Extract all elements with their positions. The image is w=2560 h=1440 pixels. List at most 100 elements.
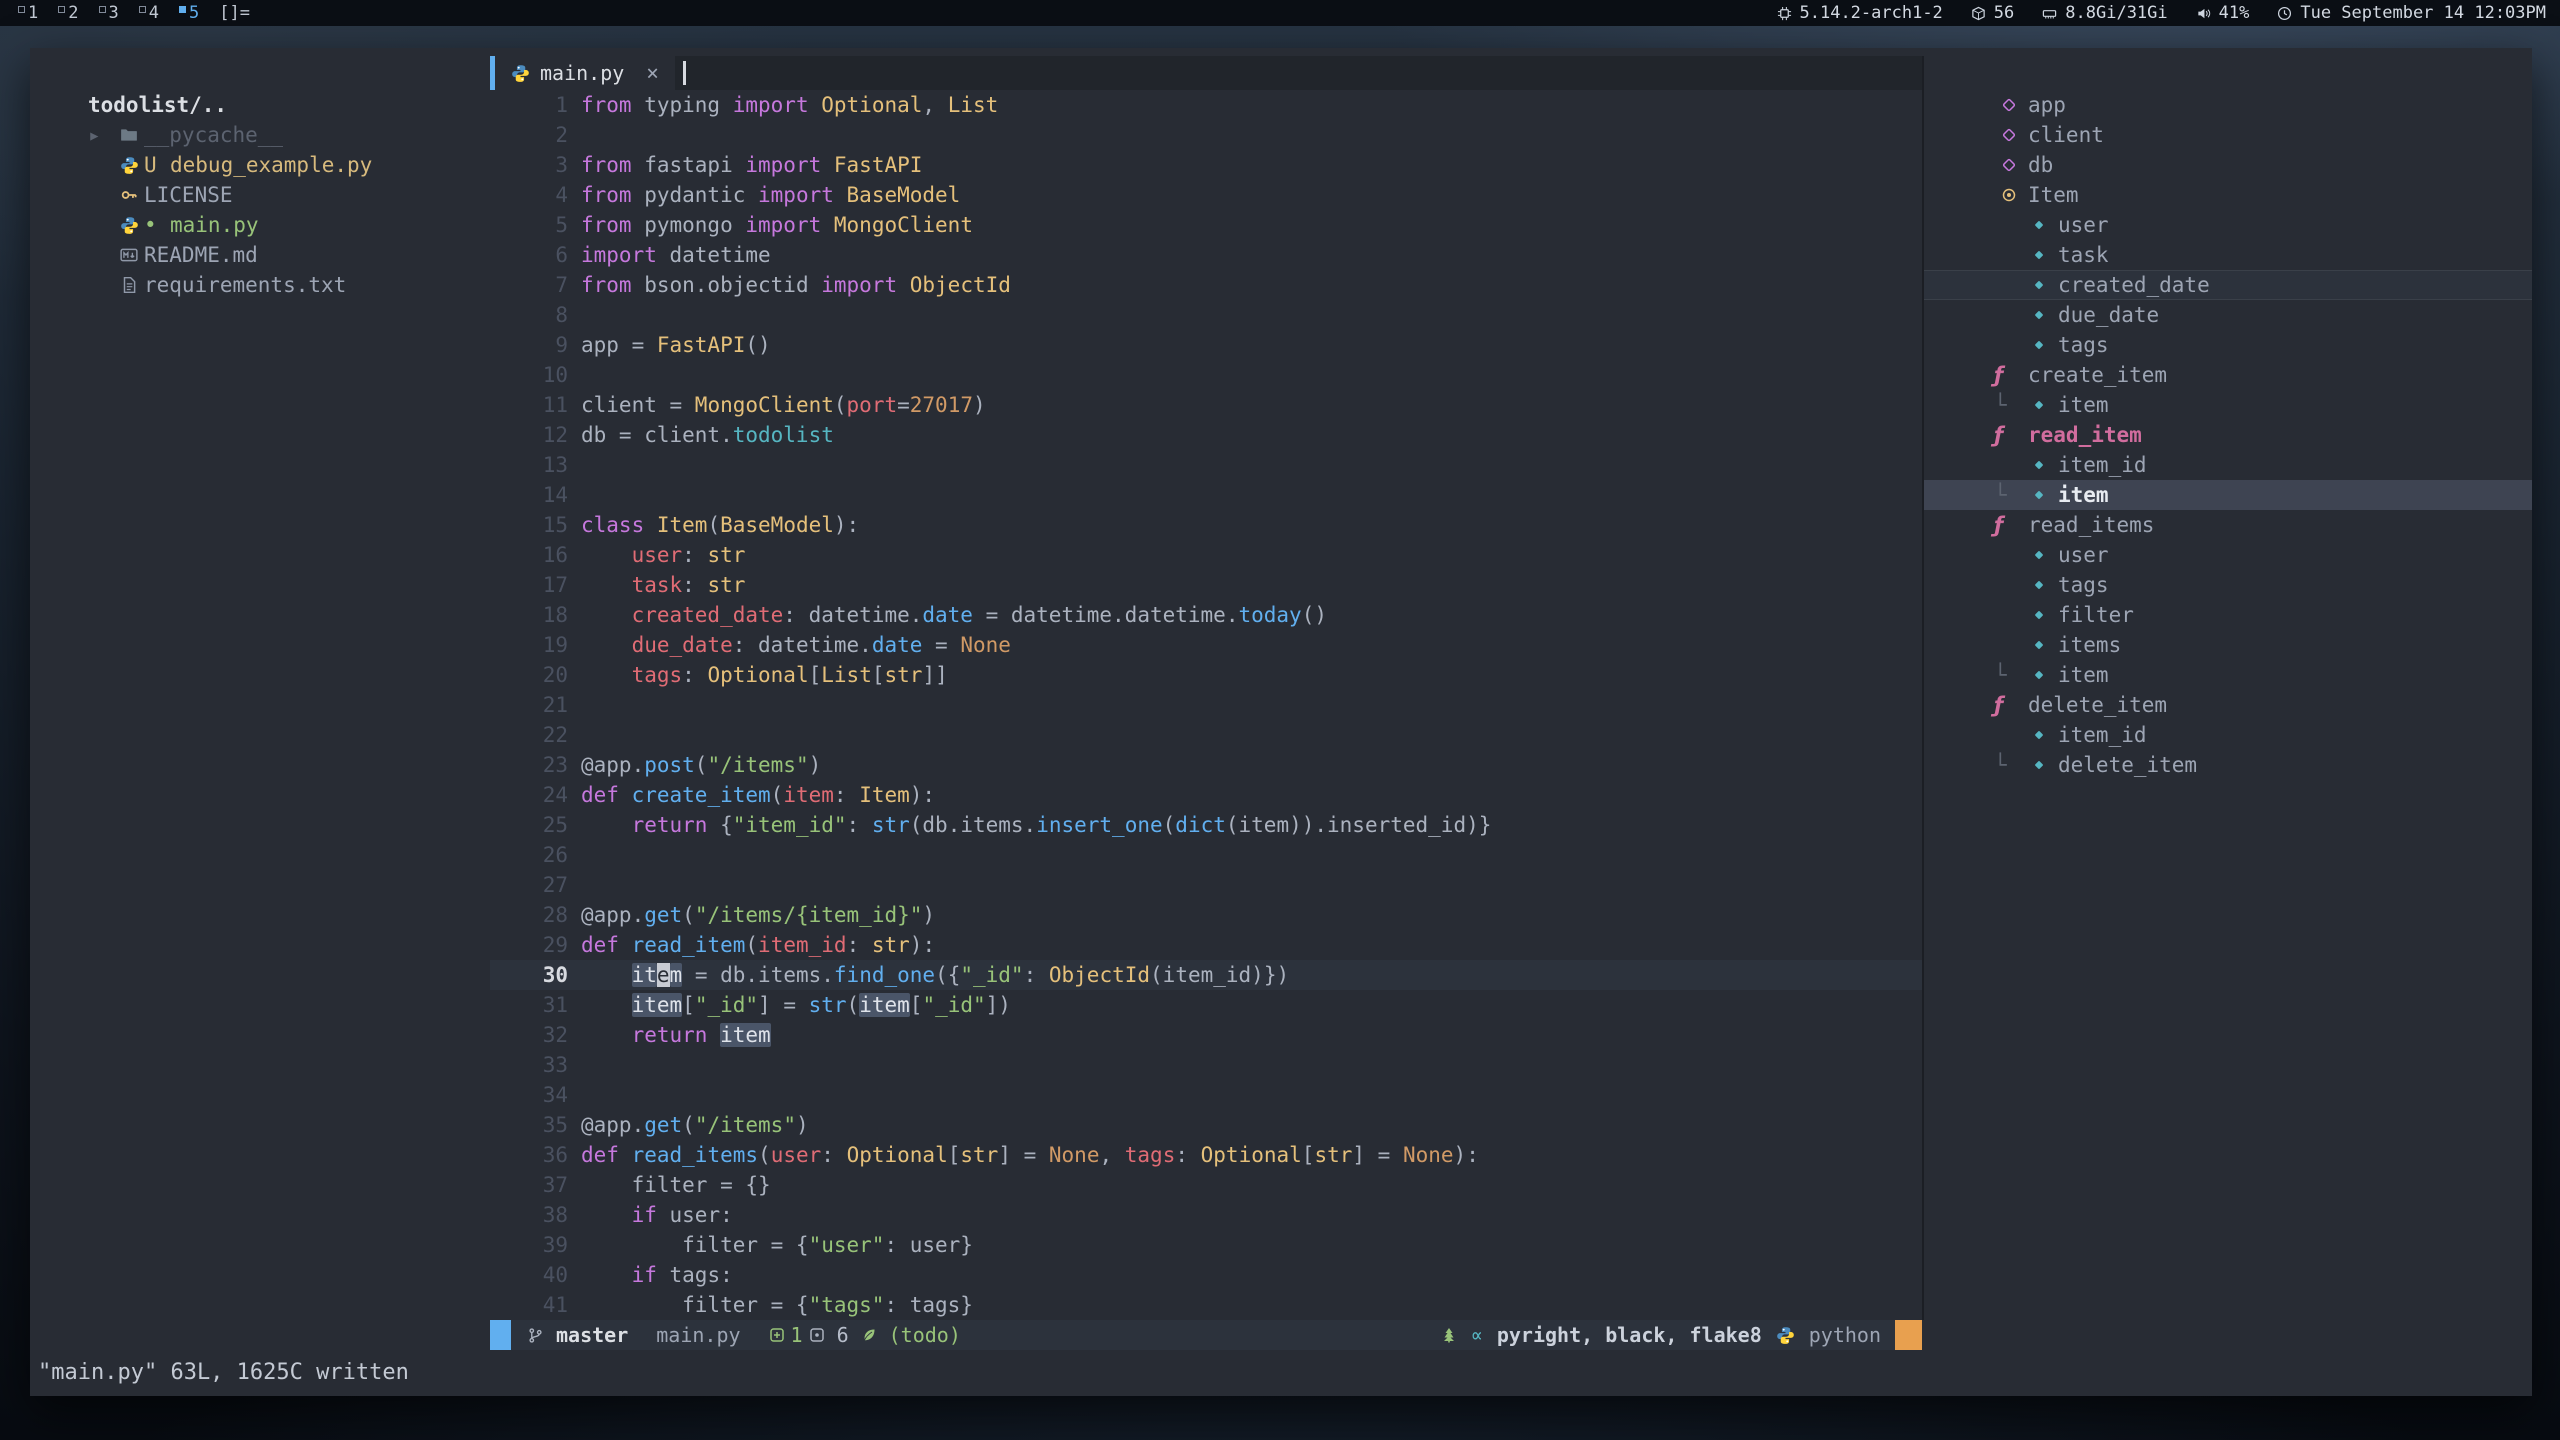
symbol-create_item[interactable]: ƒcreate_item <box>1924 360 2532 390</box>
code-line[interactable]: 8 <box>490 300 1922 330</box>
code-line[interactable]: 15class Item(BaseModel): <box>490 510 1922 540</box>
symbol-db[interactable]: db <box>1924 150 2532 180</box>
symbol-tags[interactable]: tags <box>1924 330 2532 360</box>
code-line[interactable]: 24def create_item(item: Item): <box>490 780 1922 810</box>
symbol-delete_item[interactable]: └delete_item <box>1924 750 2532 780</box>
linters-list: pyright, black, flake8 <box>1497 1323 1762 1347</box>
workspace-tag-3[interactable]: 3 <box>95 3 123 23</box>
code-line[interactable]: 5from pymongo import MongoClient <box>490 210 1922 240</box>
workspace-tag-5[interactable]: 5 <box>175 3 203 23</box>
symbol-client[interactable]: client <box>1924 120 2532 150</box>
symbol-item[interactable]: └item <box>1924 480 2532 510</box>
line-number: 8 <box>490 300 568 330</box>
code-line[interactable]: 30 item = db.items.find_one({"_id": Obje… <box>490 960 1922 990</box>
workspace-tag-4[interactable]: 4 <box>135 3 163 23</box>
code-line[interactable]: 21 <box>490 690 1922 720</box>
file-name: README.md <box>144 243 258 267</box>
code-text: import datetime <box>581 240 771 270</box>
code-line[interactable]: 6import datetime <box>490 240 1922 270</box>
code-line[interactable]: 35@app.get("/items") <box>490 1110 1922 1140</box>
symbol-item_id[interactable]: item_id <box>1924 450 2532 480</box>
symbol-items[interactable]: items <box>1924 630 2532 660</box>
symbol-label: client <box>2028 123 2104 147</box>
filetree-root[interactable]: todolist/.. <box>30 90 490 120</box>
tree-item-requirements.txt[interactable]: requirements.txt <box>30 270 490 300</box>
symbol-delete_item[interactable]: ƒdelete_item <box>1924 690 2532 720</box>
code-area[interactable]: 1from typing import Optional, List23from… <box>490 90 1922 1320</box>
code-line[interactable]: 18 created_date: datetime.date = datetim… <box>490 600 1922 630</box>
symbol-user[interactable]: user <box>1924 540 2532 570</box>
tree-item-main.py[interactable]: •main.py <box>30 210 490 240</box>
tab-main-py[interactable]: main.py × <box>495 56 675 90</box>
code-line[interactable]: 40 if tags: <box>490 1260 1922 1290</box>
speaker-icon <box>2196 6 2211 21</box>
code-line[interactable]: 11client = MongoClient(port=27017) <box>490 390 1922 420</box>
code-line[interactable]: 9app = FastAPI() <box>490 330 1922 360</box>
code-line[interactable]: 13 <box>490 450 1922 480</box>
field-icon <box>2024 338 2054 352</box>
field-icon <box>2024 248 2054 262</box>
code-line[interactable]: 2 <box>490 120 1922 150</box>
tabline: main.py × <box>490 56 1922 90</box>
code-line[interactable]: 31 item["_id"] = str(item["_id"]) <box>490 990 1922 1020</box>
code-line[interactable]: 27 <box>490 870 1922 900</box>
code-line[interactable]: 33 <box>490 1050 1922 1080</box>
symbol-task[interactable]: task <box>1924 240 2532 270</box>
workspace-tag-1[interactable]: 1 <box>14 3 42 23</box>
symbol-read_items[interactable]: ƒread_items <box>1924 510 2532 540</box>
code-text: if user: <box>581 1200 733 1230</box>
code-line[interactable]: 14 <box>490 480 1922 510</box>
filetype-python-icon <box>1776 1326 1795 1345</box>
symbol-filter[interactable]: filter <box>1924 600 2532 630</box>
line-number: 39 <box>490 1230 568 1260</box>
code-line[interactable]: 12db = client.todolist <box>490 420 1922 450</box>
line-number: 11 <box>490 390 568 420</box>
code-line[interactable]: 17 task: str <box>490 570 1922 600</box>
code-line[interactable]: 34 <box>490 1080 1922 1110</box>
code-line[interactable]: 29def read_item(item_id: str): <box>490 930 1922 960</box>
code-line[interactable]: 38 if user: <box>490 1200 1922 1230</box>
code-text: from fastapi import FastAPI <box>581 150 922 180</box>
symbol-read_item[interactable]: ƒread_item <box>1924 420 2532 450</box>
tree-item-debug_example.py[interactable]: Udebug_example.py <box>30 150 490 180</box>
symbol-label: item_id <box>2058 453 2147 477</box>
code-line[interactable]: 25 return {"item_id": str(db.items.inser… <box>490 810 1922 840</box>
symbol-label: tags <box>2058 333 2109 357</box>
code-line[interactable]: 37 filter = {} <box>490 1170 1922 1200</box>
code-line[interactable]: 28@app.get("/items/{item_id}") <box>490 900 1922 930</box>
code-line[interactable]: 20 tags: Optional[List[str]] <box>490 660 1922 690</box>
symbol-tags[interactable]: tags <box>1924 570 2532 600</box>
code-line[interactable]: 4from pydantic import BaseModel <box>490 180 1922 210</box>
tree-item-__pycache__[interactable]: ▸__pycache__ <box>30 120 490 150</box>
folder-icon <box>114 126 144 144</box>
code-line[interactable]: 23@app.post("/items") <box>490 750 1922 780</box>
tree-item-LICENSE[interactable]: LICENSE <box>30 180 490 210</box>
code-line[interactable]: 10 <box>490 360 1922 390</box>
symbol-item_id[interactable]: item_id <box>1924 720 2532 750</box>
code-line[interactable]: 3from fastapi import FastAPI <box>490 150 1922 180</box>
git-branch: master <box>556 1323 628 1347</box>
symbol-app[interactable]: app <box>1924 90 2532 120</box>
symbol-created_date[interactable]: created_date <box>1924 270 2532 300</box>
code-line[interactable]: 41 filter = {"tags": tags} <box>490 1290 1922 1320</box>
code-line[interactable]: 1from typing import Optional, List <box>490 90 1922 120</box>
code-line[interactable]: 36def read_items(user: Optional[str] = N… <box>490 1140 1922 1170</box>
symbol-user[interactable]: user <box>1924 210 2532 240</box>
code-line[interactable]: 39 filter = {"user": user} <box>490 1230 1922 1260</box>
code-line[interactable]: 16 user: str <box>490 540 1922 570</box>
layout-indicator[interactable]: []= <box>219 3 250 23</box>
code-line[interactable]: 32 return item <box>490 1020 1922 1050</box>
symbol-item[interactable]: └item <box>1924 390 2532 420</box>
code-line[interactable]: 7from bson.objectid import ObjectId <box>490 270 1922 300</box>
code-line[interactable]: 22 <box>490 720 1922 750</box>
tab-close-icon[interactable]: × <box>646 61 659 85</box>
symbol-item[interactable]: └item <box>1924 660 2532 690</box>
tree-item-README.md[interactable]: README.md <box>30 240 490 270</box>
symbol-due_date[interactable]: due_date <box>1924 300 2532 330</box>
filetype-label: python <box>1809 1323 1881 1347</box>
workspace-tag-2[interactable]: 2 <box>54 3 82 23</box>
code-line[interactable]: 19 due_date: datetime.date = None <box>490 630 1922 660</box>
symbol-Item[interactable]: Item <box>1924 180 2532 210</box>
symbol-label: item <box>2058 483 2109 507</box>
code-line[interactable]: 26 <box>490 840 1922 870</box>
